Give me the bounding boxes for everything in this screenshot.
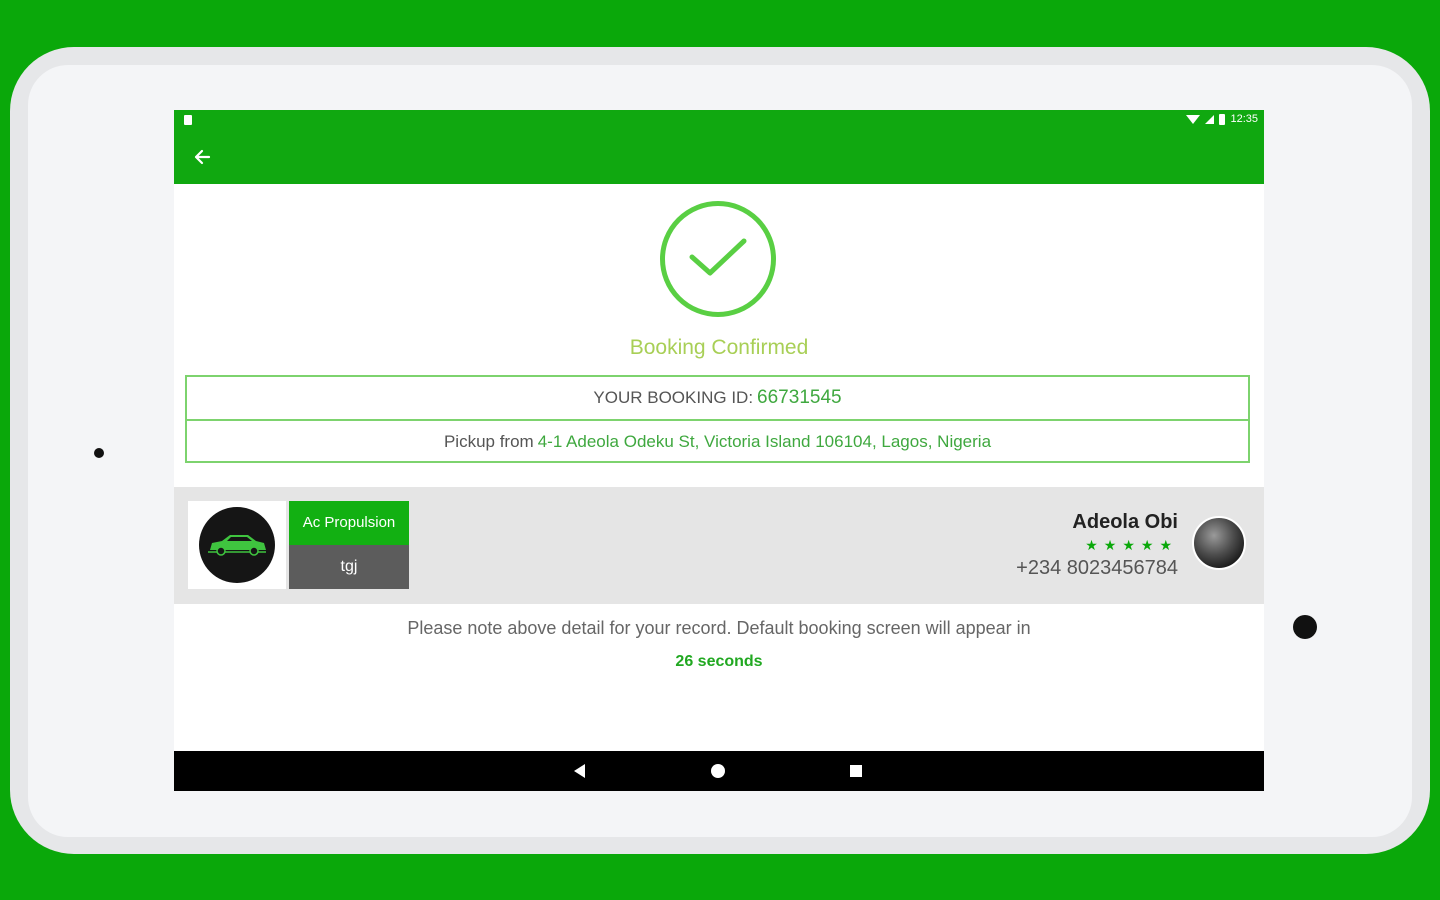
driver-card: Ac Propulsion tgj Adeola Obi ★★★★★ +234 …	[174, 487, 1264, 604]
driver-phone[interactable]: +234 8023456784	[1016, 557, 1178, 580]
pickup-label: Pickup from	[443, 432, 534, 451]
driver-avatar	[1192, 516, 1246, 570]
notification-icon	[184, 115, 192, 125]
record-note: Please note above detail for your record…	[407, 618, 1031, 638]
booking-confirmed-title: Booking Confirmed	[629, 336, 809, 359]
car-image	[199, 507, 275, 583]
android-nav-bar	[174, 751, 1264, 791]
wifi-icon	[1186, 114, 1201, 124]
car-type-label: Ac Propulsion	[289, 501, 409, 545]
signal-icon	[1205, 114, 1215, 124]
back-button[interactable]	[188, 143, 216, 171]
status-indicators: 12:35	[1186, 113, 1258, 125]
app-toolbar	[174, 130, 1264, 184]
status-time: 12:35	[1230, 113, 1258, 125]
check-icon	[689, 238, 747, 276]
success-check-badge	[660, 201, 776, 317]
status-bar: 12:35	[174, 110, 1264, 130]
battery-icon	[1219, 113, 1226, 125]
car-icon	[208, 535, 266, 556]
nav-back-icon[interactable]	[574, 764, 585, 778]
tablet-sensor	[94, 448, 104, 458]
car-plate-label: tgj	[289, 545, 409, 589]
booking-id-label: YOUR BOOKING ID:	[593, 388, 754, 407]
booking-info-box: YOUR BOOKING ID: 66731545 Pickup from 4-…	[185, 375, 1250, 463]
countdown-timer: 26 seconds	[675, 653, 763, 670]
pickup-row: Pickup from 4-1 Adeola Odeku St, Victori…	[187, 419, 1248, 463]
app-screen: 12:35 Booking Confirmed YOUR BOOKING ID:…	[174, 110, 1264, 791]
driver-name: Adeola Obi	[1072, 511, 1178, 533]
car-thumbnail	[188, 501, 286, 589]
nav-recents-icon[interactable]	[850, 765, 862, 777]
pickup-address: 4-1 Adeola Odeku St, Victoria Island 106…	[537, 432, 992, 451]
tablet-camera	[1293, 615, 1317, 639]
booking-id-row: YOUR BOOKING ID: 66731545	[187, 377, 1248, 419]
driver-rating: ★★★★★	[1085, 537, 1178, 553]
back-arrow-icon	[194, 149, 211, 165]
booking-id-value: 66731545	[757, 387, 842, 408]
nav-home-icon[interactable]	[711, 764, 725, 778]
